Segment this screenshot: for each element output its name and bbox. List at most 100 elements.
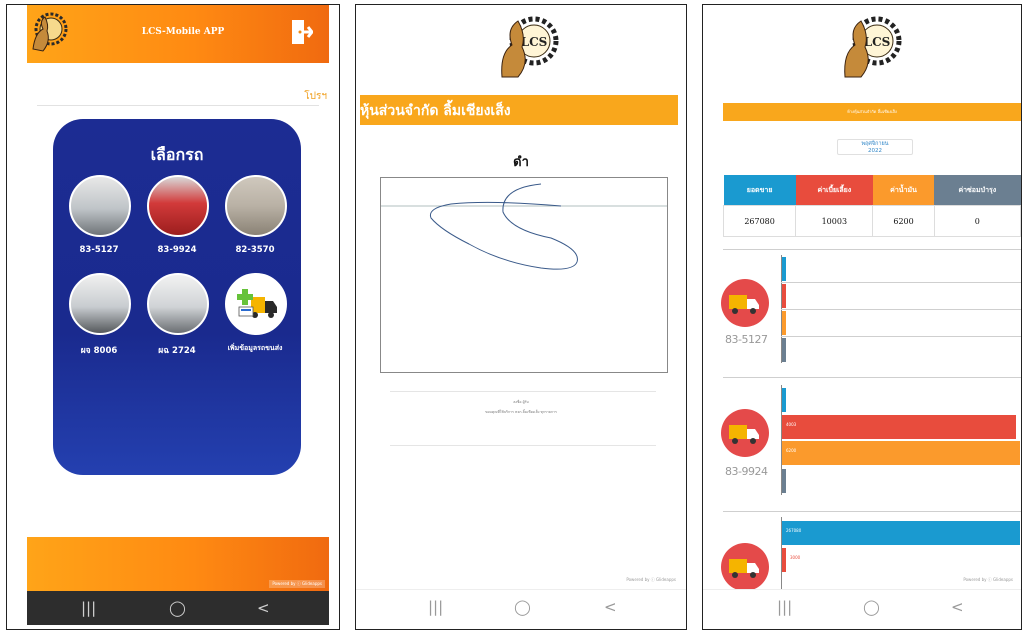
truck-label: 82-3570: [235, 245, 275, 255]
company-banner: หุ้นส่วนจำกัด ลิ้มเชียงเส็ง: [360, 95, 678, 125]
add-truck-item[interactable]: เพิ่มข้อมูลรถขนส่ง: [225, 273, 287, 354]
card-title: เลือกรถ: [150, 145, 204, 164]
header-allowance: ค่าเบี้ยเลี้ยง: [795, 175, 873, 206]
app-page: LCS-Mobile APP โปรฯ เลือกรถ 83-5127 83-9…: [27, 5, 329, 591]
bar-value: 0: [786, 291, 789, 296]
phone-screen-vehicle-select: LCS-Mobile APP โปรฯ เลือกรถ 83-5127 83-9…: [6, 4, 340, 630]
vehicle-plate: 83-9924: [725, 465, 768, 478]
divider: [390, 445, 656, 446]
gridline: [781, 309, 1021, 310]
bar-value: 0: [786, 395, 789, 400]
year-label: 2022: [868, 148, 882, 154]
summary-table: ยอดขาย ค่าเบี้ยเลี้ยง ค่าน้ำมัน ค่าซ่อมบ…: [722, 175, 1021, 237]
truck-icon: [721, 543, 769, 591]
month-picker[interactable]: พฤศจิกายน 2022: [837, 139, 913, 155]
gridline: [781, 336, 1021, 337]
bar-value: 0: [786, 345, 789, 350]
company-name: หุ้นส่วนจำกัด ลิ้มเชียงเส็ง: [360, 103, 511, 119]
powered-by: Powered by ⓘ Glideapps: [963, 577, 1013, 582]
header-sales: ยอดขาย: [723, 175, 796, 206]
bar-allowance: 3000: [782, 548, 800, 572]
lcs-lion-logo-icon: LCS: [844, 16, 902, 78]
signature-label: ดำ: [513, 155, 529, 170]
bar-value: 0: [786, 318, 789, 323]
signature-pad[interactable]: [380, 177, 668, 373]
company-banner: ห้างหุ้นส่วนจำกัด ลิ้มเชียงเส็ง: [723, 103, 1021, 121]
truck-item[interactable]: ผฉ 2724: [147, 273, 209, 357]
vehicle-select-card: เลือกรถ 83-5127 83-9924 82-3570 ผจ 8006 …: [53, 119, 301, 475]
bar-value: 3000: [790, 555, 801, 560]
fine-text: ขอบคุณที่ใช้บริการ หจก.ลิ้มเชียงเส็ง ทุก…: [485, 410, 557, 414]
value-allowance: 10003: [795, 205, 874, 237]
home-icon[interactable]: ◯: [863, 598, 880, 616]
top-link[interactable]: โปรฯ: [304, 89, 327, 104]
powered-by: Powered by ⓘ Glideapps: [626, 577, 676, 582]
phone-screen-report: LCS ห้างหุ้นส่วนจำกัด ลิ้มเชียงเส็ง พฤศจ…: [702, 4, 1022, 630]
add-truck-icon: [237, 289, 277, 318]
recent-apps-icon[interactable]: |||: [81, 599, 96, 617]
truck-photo: [69, 175, 131, 237]
divider: [37, 105, 319, 106]
value-maintenance: 0: [933, 205, 1021, 237]
bar-value: 267080: [786, 528, 802, 533]
truck-label: 83-5127: [79, 245, 119, 255]
truck-photo: [147, 175, 209, 237]
divider: [723, 249, 1021, 250]
back-icon[interactable]: <: [604, 598, 617, 616]
logout-icon[interactable]: [291, 19, 313, 45]
logo-text: LCS: [864, 35, 891, 49]
truck-photo: [147, 273, 209, 335]
add-truck-circle: [225, 273, 287, 335]
header-maintenance: ค่าซ่อมบำรุง: [934, 175, 1021, 206]
recent-apps-icon[interactable]: |||: [777, 598, 792, 616]
bar-value: 4003: [786, 422, 797, 427]
bar-fuel: 0: [782, 311, 789, 335]
android-nav-bar: ||| ◯ <: [703, 589, 1021, 629]
bar-allowance: 4003: [782, 415, 1016, 439]
home-icon[interactable]: ◯: [169, 599, 186, 617]
lcs-lion-logo-icon: LCS: [501, 16, 559, 78]
fine-text: ลงชื่อ ผู้รับ: [513, 400, 529, 404]
truck-label: 83-9924: [157, 245, 197, 255]
value-fuel: 6200: [872, 205, 935, 237]
android-nav-bar: ||| ◯ <: [356, 589, 686, 629]
app-header: LCS-Mobile APP: [27, 5, 329, 63]
divider: [390, 391, 656, 392]
truck-photo: [225, 175, 287, 237]
truck-item[interactable]: 82-3570: [225, 175, 287, 255]
app-footer: Powered by ⓘ Glideapps: [27, 537, 329, 591]
bar-allowance: 0: [782, 284, 789, 308]
add-truck-label: เพิ่มข้อมูลรถขนส่ง: [227, 344, 283, 352]
back-icon[interactable]: <: [951, 598, 964, 616]
truck-item[interactable]: 83-5127: [69, 175, 131, 255]
vehicle-plate: 83-5127: [725, 333, 768, 346]
divider: [723, 377, 1021, 378]
bar-sales: 0: [782, 388, 789, 412]
home-icon[interactable]: ◯: [514, 598, 531, 616]
app-title: LCS-Mobile APP: [141, 27, 225, 37]
bar-value: 0: [786, 264, 789, 269]
truck-icon: [721, 279, 769, 327]
android-nav-bar: ||| ◯ <: [27, 591, 329, 625]
truck-label: ผจ 8006: [80, 346, 118, 356]
bar-value: 0: [786, 476, 789, 481]
bar-maintenance: 0: [782, 469, 789, 493]
bar-maintenance: 0: [782, 338, 789, 362]
logo-text: LCS: [521, 35, 548, 49]
recent-apps-icon[interactable]: |||: [428, 598, 443, 616]
divider: [723, 511, 1021, 512]
powered-by: Powered by ⓘ Glideapps: [269, 580, 325, 588]
banner-text: ห้างหุ้นส่วนจำกัด ลิ้มเชียงเส็ง: [847, 109, 897, 114]
lcs-lion-logo-icon: [32, 12, 68, 52]
phone-screen-signature: LCS หุ้นส่วนจำกัด ลิ้มเชียงเส็ง ดำ ลงชื่…: [355, 4, 687, 630]
truck-icon: [721, 409, 769, 457]
truck-item[interactable]: 83-9924: [147, 175, 209, 255]
truck-item[interactable]: ผจ 8006: [69, 273, 131, 357]
truck-photo: [69, 273, 131, 335]
truck-label: ผฉ 2724: [158, 346, 196, 356]
month-label: พฤศจิกายน: [861, 141, 889, 147]
gridline: [781, 282, 1021, 283]
value-sales: 267080: [722, 205, 797, 237]
signature-drawing: [381, 183, 667, 270]
back-icon[interactable]: <: [257, 599, 270, 617]
